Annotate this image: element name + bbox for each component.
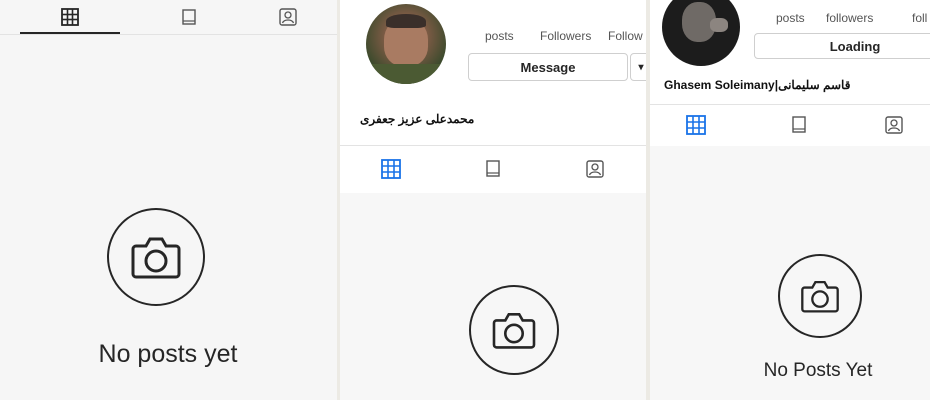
tab-feed[interactable] — [781, 105, 817, 145]
following-count-label[interactable]: foll — [912, 11, 927, 25]
tab-tagged[interactable] — [884, 105, 904, 145]
camera-icon — [800, 278, 840, 314]
avatar-photo-uniform — [366, 64, 446, 84]
feed-icon — [484, 159, 502, 179]
profile-panel-3: posts followers foll Loading Ghasem Sole… — [650, 0, 930, 400]
tab-feed[interactable] — [159, 0, 219, 34]
profile-tab-bar — [340, 146, 646, 192]
message-button[interactable]: Message — [468, 53, 628, 81]
avatar[interactable] — [662, 0, 740, 66]
chevron-down-icon: ▾ — [638, 61, 644, 73]
suggested-dropdown-button[interactable]: ▾ — [630, 53, 646, 81]
grid-icon — [686, 115, 706, 135]
empty-state-message: No posts yet — [98, 340, 238, 368]
tagged-icon — [884, 115, 904, 135]
feed-icon — [180, 8, 198, 26]
profile-name: محمدعلی عزیز جعفری — [360, 112, 475, 126]
empty-state-camera — [107, 208, 205, 306]
feed-icon — [790, 115, 808, 135]
followers-count-label[interactable]: Followers — [540, 29, 591, 43]
tab-divider — [0, 34, 338, 35]
grid-icon — [381, 159, 401, 179]
camera-icon — [491, 310, 537, 350]
empty-state-camera — [778, 254, 862, 338]
tagged-icon — [585, 159, 605, 179]
tab-grid[interactable] — [361, 146, 421, 192]
profile-tab-bar — [650, 105, 930, 145]
tab-grid[interactable] — [19, 0, 120, 34]
empty-state-message: No Posts Yet — [763, 360, 873, 381]
profile-tab-bar — [0, 0, 338, 34]
following-count-label[interactable]: Follow — [608, 29, 643, 43]
tab-tagged[interactable] — [565, 146, 625, 192]
tagged-icon — [278, 7, 298, 27]
avatar[interactable] — [366, 4, 446, 84]
posts-count-label: posts — [776, 11, 805, 25]
profile-panel-1: No posts yet — [0, 0, 338, 400]
followers-count-label[interactable]: followers — [826, 11, 873, 25]
tab-grid[interactable] — [678, 105, 714, 145]
loading-button[interactable]: Loading — [754, 33, 930, 59]
profile-panel-2: posts Followers Follow Message ▾ محمدعلی… — [340, 0, 646, 400]
tab-tagged[interactable] — [258, 0, 318, 34]
tab-feed[interactable] — [463, 146, 523, 192]
avatar-photo-hair — [386, 14, 426, 28]
avatar-photo-hand — [710, 18, 728, 32]
grid-icon — [60, 8, 79, 26]
camera-icon — [130, 234, 182, 280]
posts-empty-area — [340, 193, 646, 400]
empty-state-camera — [469, 285, 559, 375]
profile-name: Ghasem Soleimany|قاسم سلیمانی — [664, 78, 851, 92]
posts-count-label: posts — [485, 29, 514, 43]
posts-empty-area: No Posts Yet — [650, 146, 930, 400]
